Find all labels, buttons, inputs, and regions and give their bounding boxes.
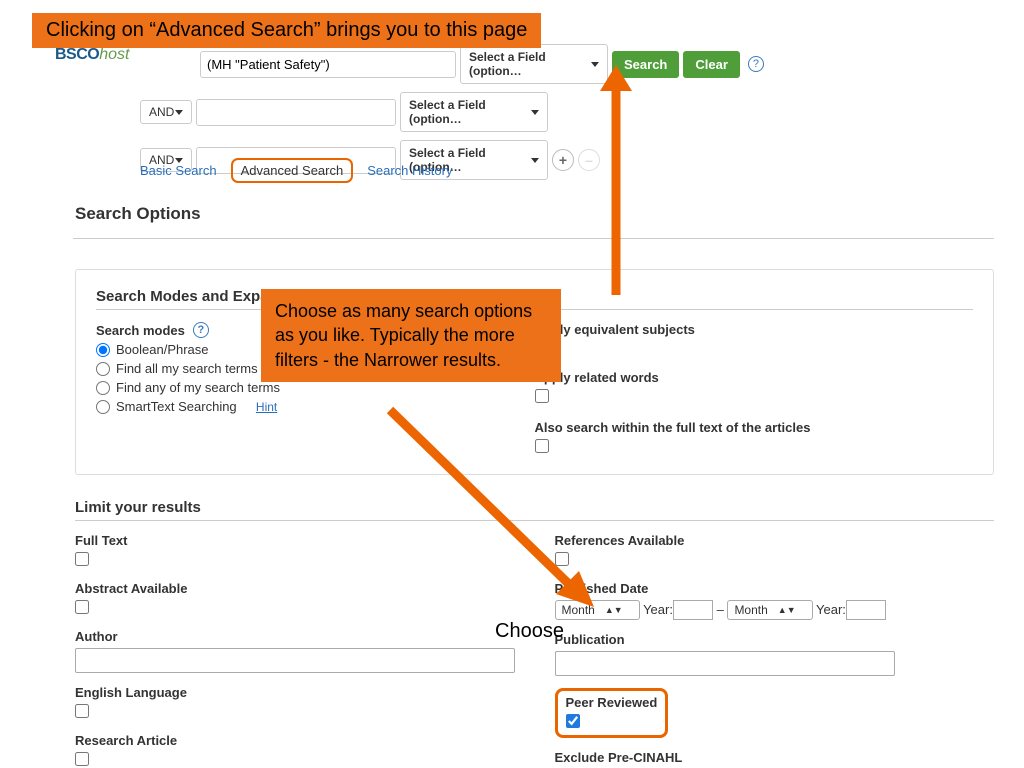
expander-fulltext-label: Also search within the full text of the … (535, 420, 811, 435)
expander-related-check[interactable] (535, 389, 549, 403)
limit-abstract-check[interactable] (75, 600, 89, 614)
field-select-2[interactable]: Select a Field (option… (400, 92, 548, 132)
limit-pubdate-label: Published Date (555, 581, 995, 596)
peer-reviewed-highlight: Peer Reviewed (555, 688, 669, 738)
logo-text-2: host (99, 46, 129, 63)
chevron-down-icon (591, 62, 599, 67)
search-button[interactable]: Search (612, 51, 679, 78)
field-select-1[interactable]: Select a Field (option… (460, 44, 608, 84)
search-history-link[interactable]: Search History (367, 163, 452, 178)
hint-link[interactable]: Hint (256, 400, 277, 414)
search-input-2[interactable] (196, 99, 396, 126)
annotation-mid: Choose as many search options as you lik… (261, 289, 561, 382)
limit-english-check[interactable] (75, 704, 89, 718)
year-to-input[interactable] (846, 600, 886, 620)
limit-publication-label: Publication (555, 632, 995, 647)
author-input[interactable] (75, 648, 515, 673)
mode-smarttext-radio[interactable] (96, 400, 110, 414)
publication-input[interactable] (555, 651, 895, 676)
limit-abstract-label: Abstract Available (75, 581, 515, 596)
search-mode-links: Basic Search Advanced Search Search Hist… (140, 158, 452, 183)
operator-select-2[interactable]: AND (140, 100, 192, 124)
limit-refs-check[interactable] (555, 552, 569, 566)
limit-english-label: English Language (75, 685, 515, 700)
expander-fulltext-check[interactable] (535, 439, 549, 453)
operator-label: AND (149, 105, 174, 119)
mode-all-radio[interactable] (96, 362, 110, 376)
logo: BSCOhost (55, 46, 129, 64)
mode-any[interactable]: Find any of my search terms (96, 380, 535, 395)
chevron-down-icon (531, 110, 539, 115)
limit-refs-label: References Available (555, 533, 995, 548)
chevron-down-icon (175, 110, 183, 115)
add-row-button[interactable]: + (552, 149, 574, 171)
year-from-input[interactable] (673, 600, 713, 620)
year-to-label: Year: (816, 602, 846, 617)
help-icon[interactable]: ? (193, 322, 209, 338)
remove-row-button: – (578, 149, 600, 171)
field-select-label: Select a Field (option… (409, 98, 531, 126)
limit-author-label: Author (75, 629, 515, 644)
month-to-select[interactable]: Month▲▼ (727, 600, 812, 620)
field-select-label: Select a Field (option… (469, 50, 591, 78)
limit-research-check[interactable] (75, 752, 89, 766)
basic-search-link[interactable]: Basic Search (140, 163, 217, 178)
mode-boolean-radio[interactable] (96, 343, 110, 357)
mode-any-radio[interactable] (96, 381, 110, 395)
limit-research-label: Research Article (75, 733, 515, 748)
limit-peer-check[interactable] (566, 714, 580, 728)
options-heading: Search Options (75, 204, 994, 224)
annotation-choose: Choose (495, 620, 564, 643)
limits-heading: Limit your results (75, 499, 994, 521)
limit-fulltext-label: Full Text (75, 533, 515, 548)
limit-peer-label: Peer Reviewed (566, 695, 658, 710)
advanced-search-tab[interactable]: Advanced Search (231, 158, 354, 183)
search-modes-label: Search modes (96, 323, 185, 338)
annotation-top: Clicking on “Advanced Search” brings you… (32, 13, 541, 48)
year-from-label: Year: (643, 602, 673, 617)
limit-fulltext-check[interactable] (75, 552, 89, 566)
logo-text-1: BSCO (55, 46, 99, 63)
search-input-1[interactable] (200, 51, 456, 78)
clear-button[interactable]: Clear (683, 51, 740, 78)
help-icon[interactable]: ? (748, 56, 764, 72)
month-from-select[interactable]: Month▲▼ (555, 600, 640, 620)
limit-exclpre-label: Exclude Pre-CINAHL (555, 750, 995, 765)
mode-smarttext[interactable]: SmartText Searching Hint (96, 399, 535, 414)
chevron-down-icon (531, 158, 539, 163)
